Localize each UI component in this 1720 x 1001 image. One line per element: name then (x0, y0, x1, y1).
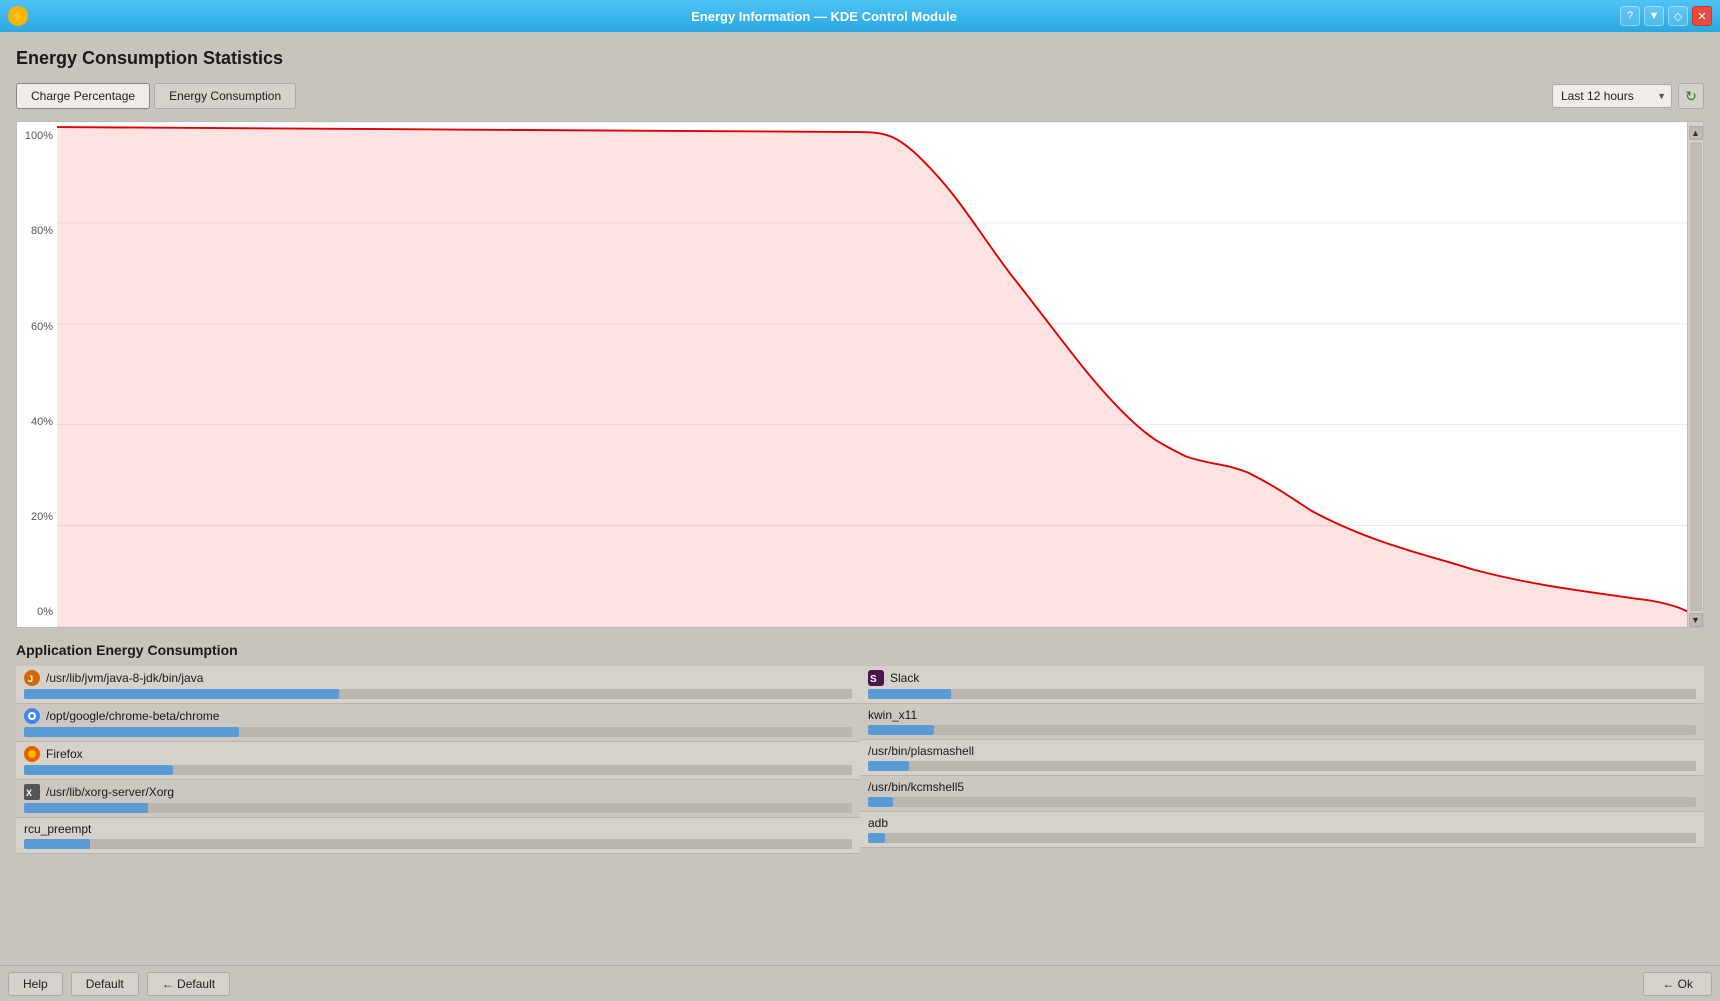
firefox-icon (24, 746, 40, 762)
scrollbar-up-btn[interactable]: ▲ (1689, 126, 1703, 140)
window-title: Energy Information — KDE Control Module (28, 9, 1620, 24)
charge-chart: 100% 80% 60% 40% 20% 0% (16, 121, 1704, 628)
y-label-60: 60% (17, 321, 53, 333)
xorg-icon: X (24, 784, 40, 800)
restore-btn[interactable]: ◇ (1668, 6, 1688, 26)
app-name: /usr/bin/plasmashell (868, 744, 1696, 758)
svg-text:S: S (870, 674, 877, 685)
y-axis-labels: 100% 80% 60% 40% 20% 0% (17, 122, 57, 627)
app-name: X /usr/lib/xorg-server/Xorg (24, 784, 852, 800)
app-bar (868, 833, 885, 843)
default-button[interactable]: Default (71, 972, 139, 996)
app-bar (868, 725, 934, 735)
close-btn[interactable]: ✕ (1692, 6, 1712, 26)
app-bar-bg (868, 689, 1696, 699)
app-name: adb (868, 816, 1696, 830)
app-bar (24, 765, 173, 775)
help-button[interactable]: Help (8, 972, 63, 996)
toolbar-right: Last 12 hours Last 24 hours Last 48 hour… (1552, 83, 1704, 109)
app-bar (24, 839, 90, 849)
chart-svg-area (57, 122, 1687, 627)
list-item: /usr/bin/kcmshell5 (860, 776, 1704, 812)
y-label-80: 80% (17, 225, 53, 237)
y-label-100: 100% (17, 130, 53, 142)
list-item: X /usr/lib/xorg-server/Xorg (16, 780, 860, 818)
list-item: rcu_preempt (16, 818, 860, 854)
window-controls: ? ▼ ◇ ✕ (1620, 6, 1712, 26)
app-section-title: Application Energy Consumption (16, 642, 1704, 658)
app-energy-section: Application Energy Consumption J /usr/li… (16, 642, 1704, 957)
app-bar-bg (24, 689, 852, 699)
app-grid: J /usr/lib/jvm/java-8-jdk/bin/java (16, 666, 1704, 957)
refresh-button[interactable]: ↻ (1678, 83, 1704, 109)
titlebar: ⚡ Energy Information — KDE Control Modul… (0, 0, 1720, 32)
app-bar-bg (868, 761, 1696, 771)
app-icon: ⚡ (8, 6, 28, 26)
app-name: /opt/google/chrome-beta/chrome (24, 708, 852, 724)
ok-button[interactable]: ← Ok (1643, 972, 1712, 996)
help-window-btn[interactable]: ? (1620, 6, 1640, 26)
app-bar-bg (868, 833, 1696, 843)
app-name: S Slack (868, 670, 1696, 686)
tab-charge-percentage[interactable]: Charge Percentage (16, 83, 150, 109)
app-bar-bg (24, 727, 852, 737)
toolbar: Charge Percentage Energy Consumption Las… (16, 83, 1704, 109)
page-title: Energy Consumption Statistics (16, 48, 1704, 69)
scrollbar-track (1690, 142, 1702, 611)
app-bar (868, 797, 893, 807)
app-name: /usr/bin/kcmshell5 (868, 780, 1696, 794)
y-label-20: 20% (17, 511, 53, 523)
app-name: Firefox (24, 746, 852, 762)
main-content: Energy Consumption Statistics Charge Per… (0, 32, 1720, 965)
app-bar-bg (24, 803, 852, 813)
y-label-0: 0% (17, 606, 53, 618)
app-bar-bg (24, 765, 852, 775)
list-item: /opt/google/chrome-beta/chrome (16, 704, 860, 742)
list-item: J /usr/lib/jvm/java-8-jdk/bin/java (16, 666, 860, 704)
slack-icon: S (868, 670, 884, 686)
y-label-40: 40% (17, 416, 53, 428)
app-name: rcu_preempt (24, 822, 852, 836)
app-col-left: J /usr/lib/jvm/java-8-jdk/bin/java (16, 666, 860, 957)
bottom-bar: Help Default ← Default ← Ok (0, 965, 1720, 1001)
app-bar-bg (868, 797, 1696, 807)
time-range-dropdown[interactable]: Last 12 hours Last 24 hours Last 48 hour… (1552, 84, 1672, 108)
list-item: Firefox (16, 742, 860, 780)
svg-text:J: J (28, 674, 33, 684)
app-bar (868, 689, 951, 699)
list-item: kwin_x11 (860, 704, 1704, 740)
time-range-dropdown-wrapper: Last 12 hours Last 24 hours Last 48 hour… (1552, 84, 1672, 108)
app-bar (24, 803, 148, 813)
app-bar-bg (868, 725, 1696, 735)
app-bar-bg (24, 839, 852, 849)
scrollbar-down-btn[interactable]: ▼ (1689, 613, 1703, 627)
app-name: J /usr/lib/jvm/java-8-jdk/bin/java (24, 670, 852, 686)
minimize-btn[interactable]: ▼ (1644, 6, 1664, 26)
list-item: /usr/bin/plasmashell (860, 740, 1704, 776)
chrome-icon (24, 708, 40, 724)
app-name: kwin_x11 (868, 708, 1696, 722)
list-item: adb (860, 812, 1704, 848)
java-icon: J (24, 670, 40, 686)
app-col-right: S Slack kwin_x11 (860, 666, 1704, 957)
tab-energy-consumption[interactable]: Energy Consumption (154, 83, 296, 109)
back-default-button[interactable]: ← Default (147, 972, 230, 996)
app-bar (24, 689, 339, 699)
chart-scrollbar[interactable]: ▲ ▼ (1687, 122, 1703, 627)
list-item: S Slack (860, 666, 1704, 704)
app-bar (24, 727, 239, 737)
svg-text:X: X (26, 788, 32, 798)
app-bar (868, 761, 909, 771)
